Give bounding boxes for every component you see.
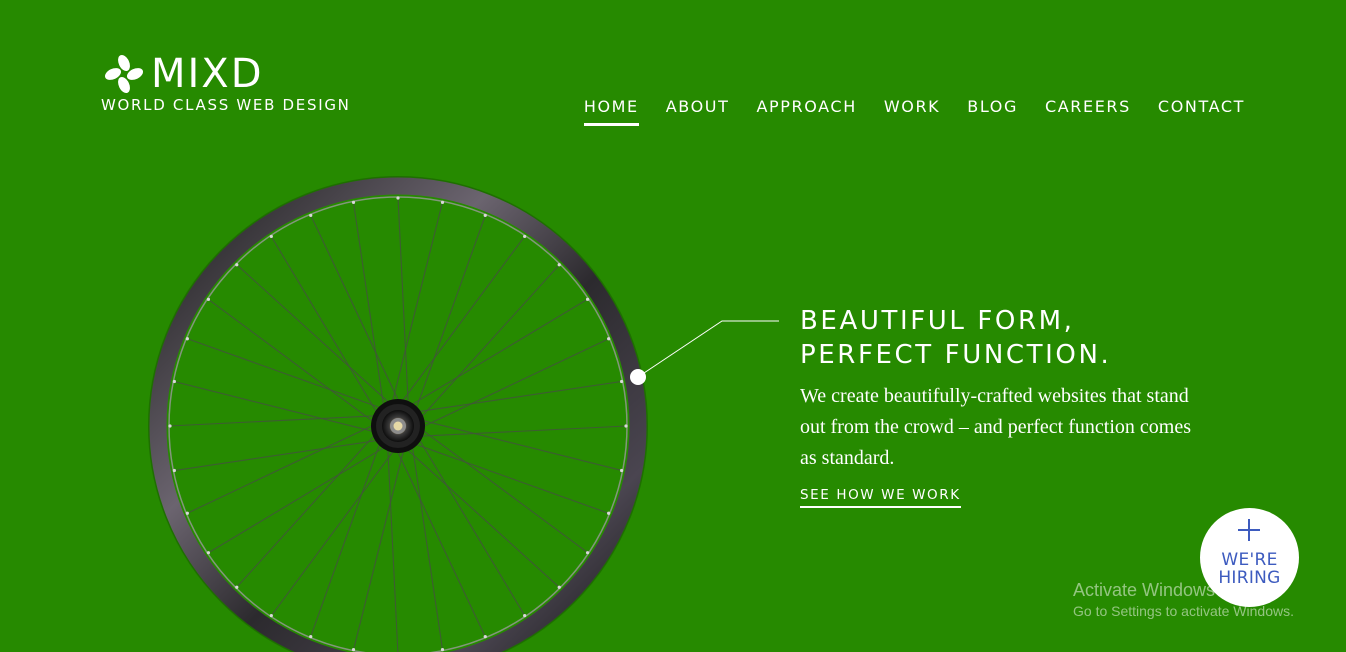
wheel-spoke: [173, 380, 380, 434]
spoke-nipple: [585, 551, 590, 555]
spoke-nipple: [235, 585, 239, 589]
wheel-spoke: [397, 196, 410, 409]
wheel-spoke: [417, 263, 561, 422]
wheel-spoke: [386, 443, 399, 652]
spoke-nipple: [185, 337, 189, 341]
spoke-nipple: [557, 585, 561, 589]
spoke-nipple: [269, 234, 273, 239]
wheel-spoke: [415, 425, 628, 438]
windows-activation-watermark: Activate Windows Go to Settings to activ…: [1073, 579, 1294, 620]
spoke-nipple: [440, 648, 445, 652]
spoke-nipple: [620, 379, 624, 384]
nav-item-work[interactable]: WORK: [884, 97, 940, 126]
brand-name: MIXD: [151, 51, 264, 97]
nav-item-about[interactable]: ABOUT: [666, 97, 730, 126]
spoke-nipple: [585, 297, 590, 301]
wheel-spoke: [352, 444, 406, 651]
wheel-spoke: [413, 214, 487, 415]
wheel-spoke: [416, 418, 623, 472]
wheel-spoke: [309, 437, 383, 638]
spoke-nipple: [483, 213, 487, 217]
spoke-nipple: [607, 511, 611, 515]
spoke-nipple: [172, 379, 176, 384]
spoke-nipple: [620, 468, 624, 473]
logo-row[interactable]: MIXD: [101, 52, 351, 96]
spoke-nipple: [269, 613, 273, 618]
watermark-subtitle: Go to Settings to activate Windows.: [1073, 603, 1294, 619]
spoke-nipple: [523, 613, 527, 618]
nav-item-home[interactable]: HOME: [583, 97, 639, 126]
wheel-spoke: [402, 445, 561, 589]
spoke-nipple: [440, 200, 445, 204]
brand-tagline: WORLD CLASS WEB DESIGN: [101, 96, 351, 114]
hero-title-line2: PERFECT FUNCTION.: [800, 340, 1112, 370]
wheel-spoke: [173, 439, 384, 472]
wheel-spoke: [412, 380, 623, 413]
spoke-nipple: [235, 263, 239, 267]
logo[interactable]: MIXD WORLD CLASS WEB DESIGN: [101, 52, 351, 114]
spoke-nipple: [168, 424, 172, 428]
spoke-nipple: [206, 551, 211, 555]
pinwheel-icon: [104, 54, 144, 94]
plus-icon: [1238, 519, 1260, 541]
spoke-nipple: [206, 297, 211, 301]
bicycle-wheel-image: [148, 176, 648, 652]
hiring-line1: WE'RE: [1221, 550, 1278, 570]
spoke-nipple: [185, 511, 189, 515]
wheel-spoke: [270, 445, 398, 617]
wheel-spoke: [168, 414, 381, 427]
wheel-spoke: [235, 263, 394, 407]
wheel-spoke: [411, 440, 444, 651]
see-how-we-work-link[interactable]: SEE HOW WE WORK: [800, 487, 961, 508]
spoke-nipple: [483, 635, 487, 639]
watermark-title: Activate Windows: [1073, 580, 1216, 600]
nav-item-careers[interactable]: CAREERS: [1045, 97, 1131, 126]
hero-title-line1: BEAUTIFUL FORM,: [800, 306, 1075, 336]
page: MIXD WORLD CLASS WEB DESIGN HOME ABOUT A…: [0, 0, 1346, 652]
nav-item-approach[interactable]: APPROACH: [756, 97, 856, 126]
spoke-nipple: [624, 424, 628, 428]
wheel-spoke: [390, 201, 444, 408]
nav-item-contact[interactable]: CONTACT: [1158, 97, 1245, 126]
wheel-spoke: [409, 441, 610, 515]
spoke-nipple: [607, 337, 611, 341]
hero-title: BEAUTIFUL FORM, PERFECT FUNCTION.: [800, 304, 1220, 372]
spoke-nipple: [309, 635, 313, 639]
spoke-nipple: [557, 263, 561, 267]
spoke-nipple: [351, 648, 356, 652]
wheel-spoke: [186, 337, 387, 411]
nav-item-blog[interactable]: BLOG: [967, 97, 1018, 126]
hero-section: BEAUTIFUL FORM, PERFECT FUNCTION. We cre…: [800, 304, 1220, 508]
wheel-spoke: [398, 235, 526, 407]
wheel-spoke: [352, 201, 385, 412]
wheel-spoke: [207, 298, 379, 426]
spoke-nipple: [309, 213, 313, 217]
wheel-spoke: [235, 430, 379, 589]
spoke-nipple: [396, 196, 400, 200]
spoke-nipple: [523, 234, 527, 239]
hero-description: We create beautifully-crafted websites t…: [800, 385, 1191, 469]
spoke-nipple: [172, 468, 176, 473]
spoke-nipple: [351, 200, 356, 204]
wheel-spoke: [417, 426, 589, 554]
main-nav: HOME ABOUT APPROACH WORK BLOG CAREERS CO…: [583, 97, 1245, 126]
